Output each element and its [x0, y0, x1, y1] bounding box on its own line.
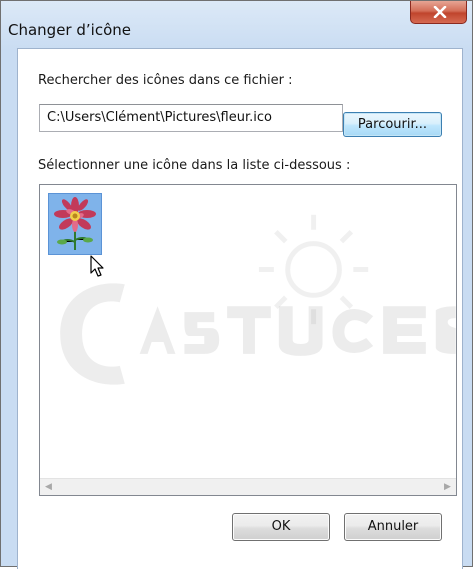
flower-icon	[49, 194, 101, 254]
dialog-title: Changer d’icône	[8, 21, 131, 39]
icon-list-label: Sélectionner une icône dans la liste ci-…	[38, 158, 351, 173]
file-path-input[interactable]: C:\Users\Clément\Pictures\fleur.ico	[39, 104, 343, 132]
horizontal-scrollbar[interactable]: ◀ ▶	[40, 478, 456, 495]
cancel-button[interactable]: Annuler	[344, 513, 442, 541]
change-icon-dialog: Changer d’icône Rechercher des icônes da…	[0, 0, 473, 569]
icon-item-flower[interactable]	[48, 193, 102, 255]
icon-list[interactable]: ◀ ▶	[39, 184, 457, 496]
ok-button[interactable]: OK	[232, 513, 330, 541]
scroll-right-arrow-icon[interactable]: ▶	[439, 479, 456, 495]
file-search-label: Rechercher des icônes dans ce fichier :	[38, 73, 293, 88]
scroll-left-arrow-icon[interactable]: ◀	[40, 479, 57, 495]
mouse-pointer-icon	[90, 255, 104, 277]
close-icon	[433, 6, 447, 18]
close-button[interactable]	[410, 1, 467, 24]
browse-button[interactable]: Parcourir...	[343, 112, 442, 137]
castuces-watermark	[60, 214, 456, 385]
